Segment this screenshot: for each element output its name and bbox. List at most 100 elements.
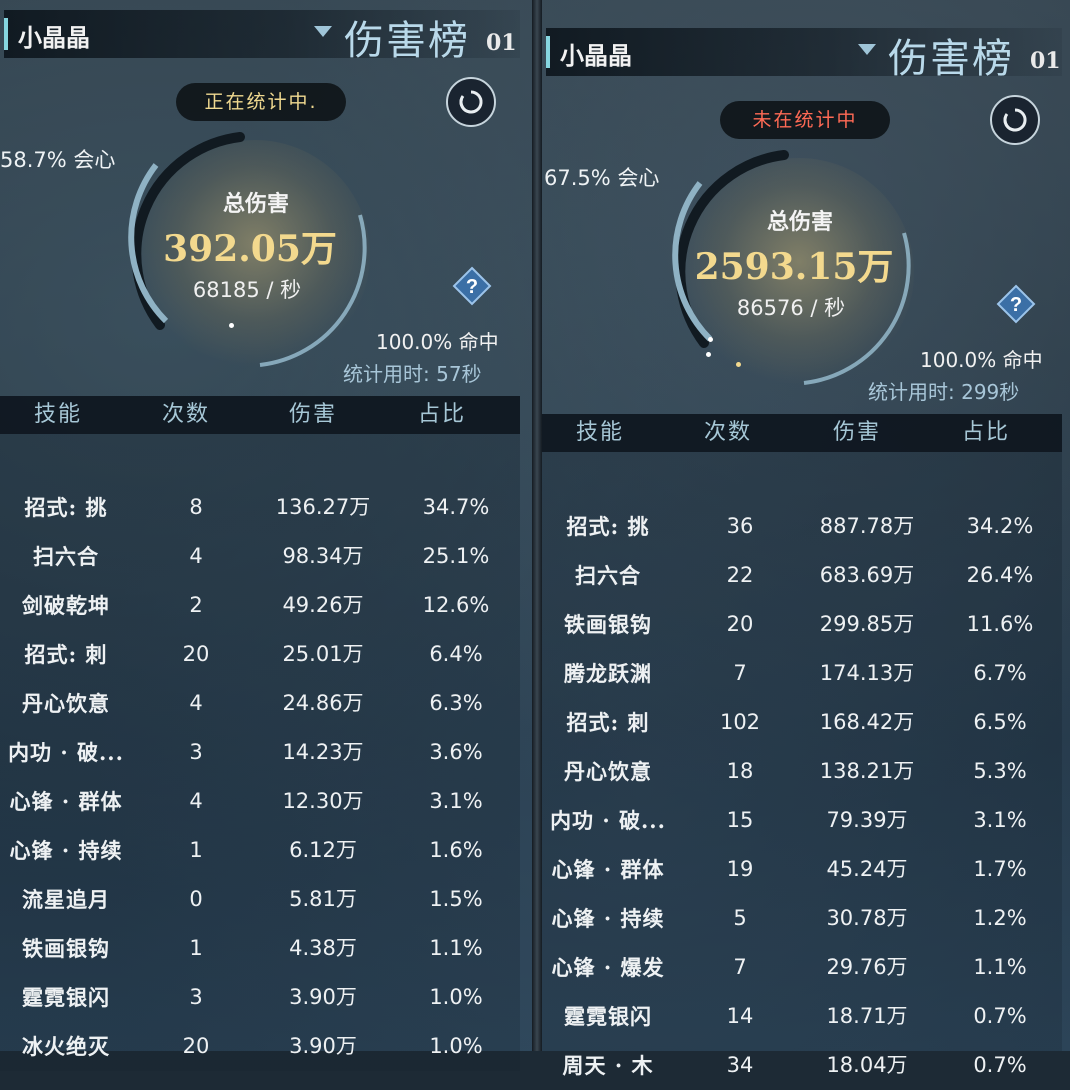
table-row[interactable]: 扫六合 22 683.69万 26.4% [542, 551, 1062, 600]
damage-share: 3.1% [429, 789, 483, 813]
table-row[interactable]: 招式: 刺 102 168.42万 6.5% [542, 698, 1062, 747]
hit-count: 7 [733, 661, 747, 685]
column-header-share[interactable]: 占比 [946, 414, 1026, 452]
chevron-down-icon[interactable] [858, 44, 876, 55]
table-row[interactable]: 铁画银钩 20 299.85万 11.6% [542, 600, 1062, 649]
table-row[interactable]: 铁画银钩 1 4.38万 1.1% [0, 924, 520, 973]
status-text: 未在统计中 [752, 109, 858, 131]
refresh-icon [1003, 108, 1027, 132]
hit-count: 102 [719, 710, 761, 734]
hit-count: 3 [189, 985, 203, 1009]
table-body: 招式: 挑 36 887.78万 34.2% 扫六合 22 683.69万 26.4% 铁画银钩… [542, 452, 1062, 1078]
column-header-damage[interactable]: 伤害 [263, 396, 363, 434]
damage-share: 6.3% [429, 691, 483, 715]
damage-value: 25.01万 [282, 642, 364, 666]
skill-name: 招式: 挑 [566, 514, 650, 539]
skill-table: 技能 次数 伤害 占比 招式: 挑 36 887.78万 34.2% 扫六合 22 683.… [542, 414, 1062, 1078]
refresh-button[interactable] [990, 95, 1040, 145]
table-row[interactable]: 剑破乾坤 2 49.26万 12.6% [0, 581, 520, 630]
hit-count: 3 [189, 740, 203, 764]
table-row[interactable]: 招式: 挑 36 887.78万 34.2% [542, 502, 1062, 551]
board-title[interactable]: 伤害榜 [888, 26, 1014, 84]
table-row[interactable]: 内功 · 破... 3 14.23万 3.6% [0, 728, 520, 777]
dps-value: 86576 / 秒 [736, 296, 846, 320]
column-header-skill[interactable]: 技能 [8, 396, 108, 434]
hit-count: 2 [189, 593, 203, 617]
panel-header: 小晶晶 伤害榜 01 [546, 28, 1062, 82]
help-icon[interactable]: ? [996, 284, 1036, 324]
damage-value: 299.85万 [819, 612, 915, 636]
total-damage-value: 2593.15万 [694, 246, 894, 288]
skill-name: 丹心饮意 [22, 691, 110, 716]
duration: 统计用时: 299秒 [868, 380, 1020, 404]
damage-value: 18.04万 [826, 1053, 908, 1077]
sparkle [708, 337, 713, 342]
column-header-damage[interactable]: 伤害 [807, 414, 907, 452]
table-row[interactable]: 心锋 · 爆发 7 29.76万 1.1% [542, 943, 1062, 992]
duration: 统计用时: 57秒 [343, 362, 482, 386]
table-header: 技能 次数 伤害 占比 [542, 414, 1062, 452]
help-icon[interactable]: ? [452, 266, 492, 306]
total-damage-value: 392.05万 [163, 228, 337, 270]
table-row[interactable]: 心锋 · 群体 4 12.30万 3.1% [0, 777, 520, 826]
hit-count: 20 [182, 1034, 210, 1058]
svg-text:?: ? [1010, 294, 1022, 316]
table-row[interactable]: 招式: 挑 8 136.27万 34.7% [0, 483, 520, 532]
table-row[interactable]: 冰火绝灭 20 3.90万 1.0% [0, 1022, 520, 1071]
damage-value: 49.26万 [282, 593, 364, 617]
column-header-skill[interactable]: 技能 [550, 414, 650, 452]
table-row[interactable]: 心锋 · 持续 5 30.78万 1.2% [542, 894, 1062, 943]
table-row[interactable]: 心锋 · 群体 19 45.24万 1.7% [542, 845, 1062, 894]
table-row[interactable]: 内功 · 破... 15 79.39万 3.1% [542, 796, 1062, 845]
crit-rate: 58.7% 会心 [0, 148, 116, 172]
damage-value: 29.76万 [826, 955, 908, 979]
damage-share: 25.1% [422, 544, 490, 568]
damage-panel-right: 小晶晶 伤害榜 01 未在统计中 67.5% 会心 总伤害 2593.15万 8… [542, 0, 1070, 1078]
skill-name: 招式: 挑 [24, 495, 108, 520]
damage-share: 1.2% [973, 906, 1027, 930]
table-row[interactable]: 腾龙跃渊 7 174.13万 6.7% [542, 649, 1062, 698]
sparkle [706, 352, 711, 357]
table-row[interactable]: 周天 · 木 34 18.04万 0.7% [542, 1041, 1062, 1090]
skill-name: 铁画银钩 [22, 936, 110, 961]
dps-value: 68185 / 秒 [192, 278, 302, 302]
damage-share: 6.5% [973, 710, 1027, 734]
table-row[interactable]: 丹心饮意 4 24.86万 6.3% [0, 679, 520, 728]
damage-share: 34.2% [966, 514, 1034, 538]
skill-name: 心锋 · 群体 [551, 857, 665, 882]
table-row[interactable]: 霆霓银闪 14 18.71万 0.7% [542, 992, 1062, 1041]
panel-divider [532, 0, 542, 1051]
table-header: 技能 次数 伤害 占比 [0, 396, 520, 434]
column-header-count[interactable]: 次数 [688, 414, 768, 452]
refresh-button[interactable] [446, 77, 496, 127]
damage-share: 26.4% [966, 563, 1034, 587]
damage-share: 3.1% [973, 808, 1027, 832]
skill-name: 内功 · 破... [8, 740, 124, 765]
damage-share: 1.1% [973, 955, 1027, 979]
damage-share: 1.5% [429, 887, 483, 911]
table-body: 招式: 挑 8 136.27万 34.7% 扫六合 4 98.34万 25.1% 剑破乾坤 2 49… [0, 434, 520, 1071]
skill-name: 招式: 刺 [24, 642, 108, 667]
skill-name: 招式: 刺 [566, 710, 650, 735]
damage-share: 1.1% [429, 936, 483, 960]
table-row[interactable]: 扫六合 4 98.34万 25.1% [0, 532, 520, 581]
table-row[interactable]: 心锋 · 持续 1 6.12万 1.6% [0, 826, 520, 875]
damage-value: 6.12万 [289, 838, 357, 862]
panel-header: 小晶晶 伤害榜 01 [4, 10, 520, 64]
hit-count: 4 [189, 691, 203, 715]
table-row[interactable]: 流星追月 0 5.81万 1.5% [0, 875, 520, 924]
damage-share: 0.7% [973, 1004, 1027, 1028]
table-row[interactable]: 招式: 刺 20 25.01万 6.4% [0, 630, 520, 679]
table-row[interactable]: 霆霓银闪 3 3.90万 1.0% [0, 973, 520, 1022]
damage-share: 1.0% [429, 1034, 483, 1058]
damage-panel-left: 小晶晶 伤害榜 01 正在统计中. 58.7% 会心 总伤害 392.05万 6… [0, 0, 530, 1071]
total-damage-label: 总伤害 [222, 191, 289, 217]
column-header-share[interactable]: 占比 [402, 396, 482, 434]
chevron-down-icon[interactable] [314, 26, 332, 37]
damage-share: 5.3% [973, 759, 1027, 783]
column-header-count[interactable]: 次数 [146, 396, 226, 434]
board-title[interactable]: 伤害榜 [344, 8, 470, 66]
status-text: 正在统计中. [204, 91, 318, 113]
skill-name: 心锋 · 持续 [9, 838, 123, 863]
table-row[interactable]: 丹心饮意 18 138.21万 5.3% [542, 747, 1062, 796]
